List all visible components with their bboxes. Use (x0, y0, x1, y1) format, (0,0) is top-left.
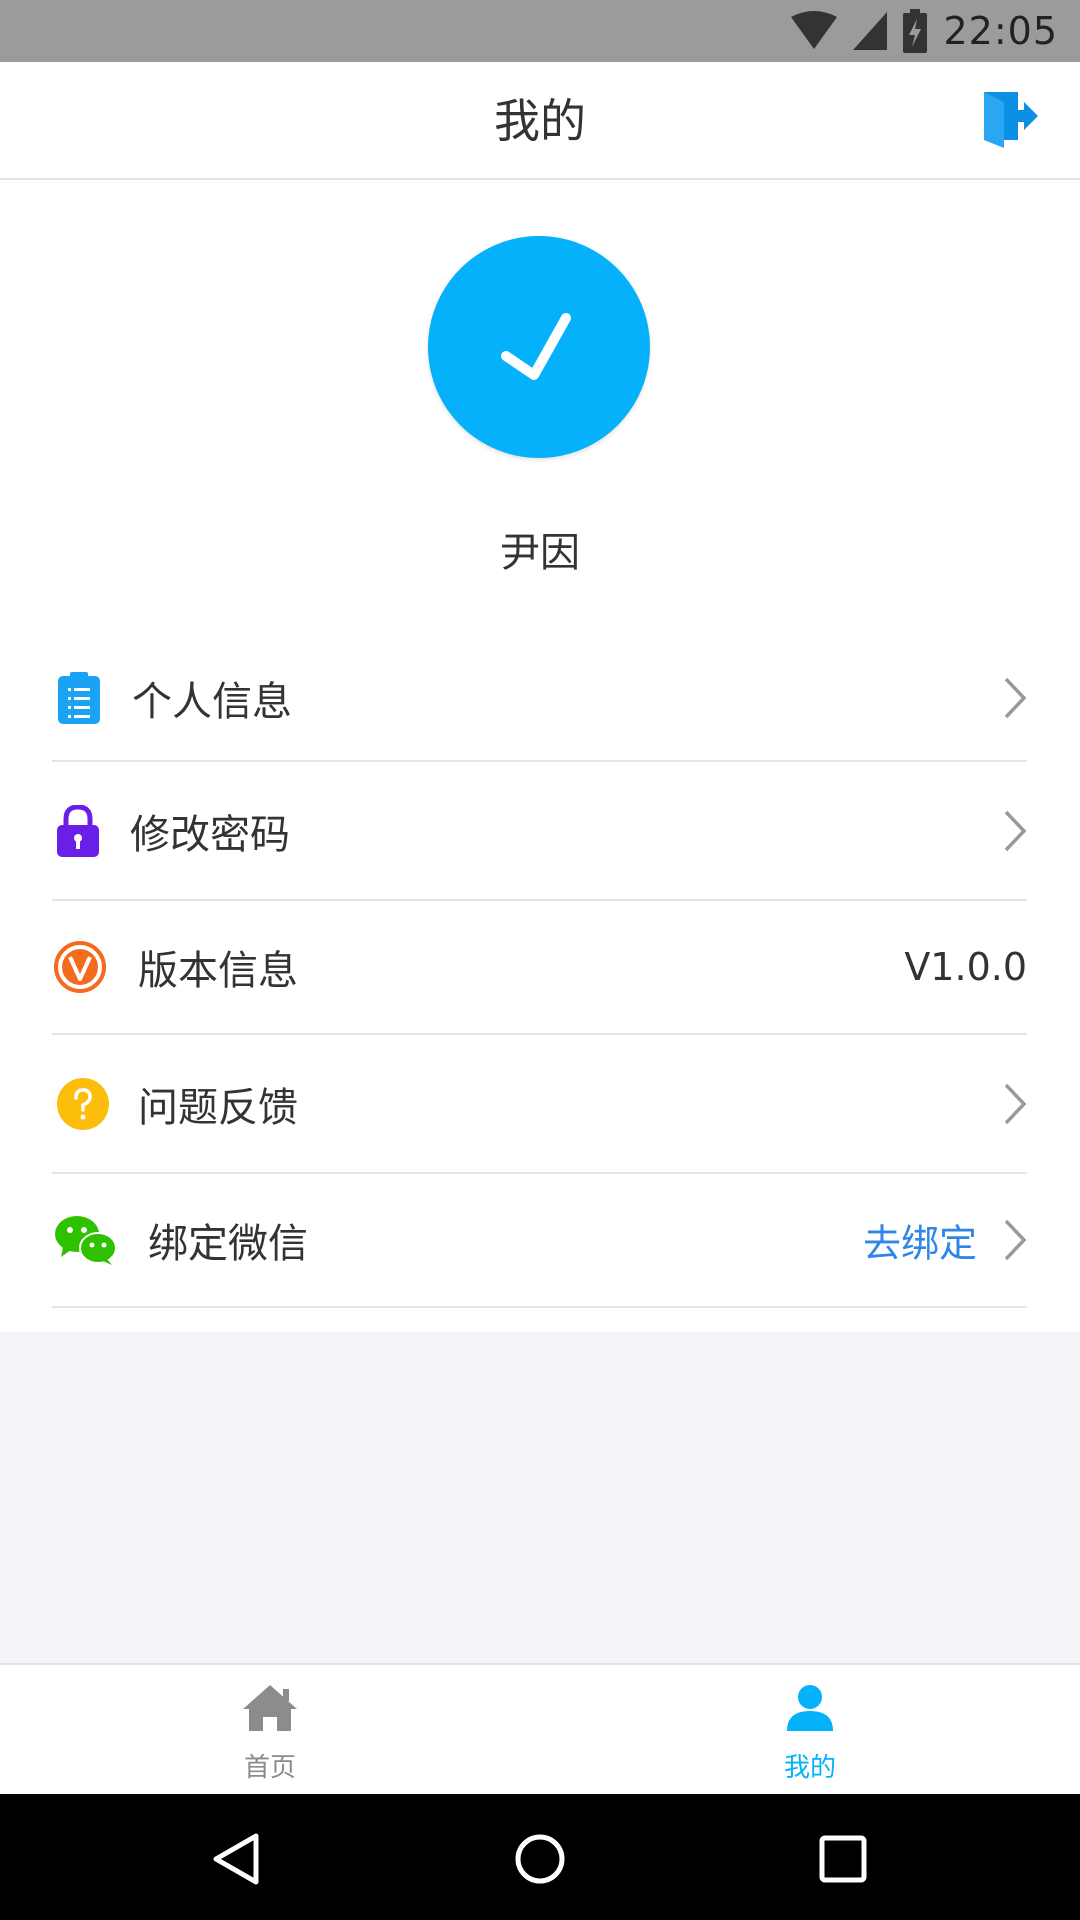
menu-item-bind-wechat[interactable]: 绑定微信 去绑定 (52, 1174, 1027, 1308)
status-time: 22:05 (943, 9, 1058, 53)
app-header: 我的 (0, 62, 1080, 180)
clipboard-icon (58, 671, 100, 724)
avatar[interactable] (428, 236, 650, 458)
back-icon[interactable] (210, 1832, 264, 1886)
tab-home[interactable]: 首页 (0, 1665, 540, 1794)
version-icon (54, 941, 106, 993)
menu-list: 个人信息 修改密码 版本信息 V1.0.0 问题反馈 绑定微信 去绑定 (0, 635, 1080, 1332)
wifi-icon (791, 11, 838, 49)
menu-label: 绑定微信 (148, 1221, 308, 1267)
chevron-right-icon (1004, 1219, 1027, 1261)
menu-item-personal-info[interactable]: 个人信息 (52, 635, 1027, 762)
chevron-right-icon (1004, 1083, 1027, 1124)
logout-button[interactable] (980, 88, 1040, 148)
menu-label: 问题反馈 (138, 1084, 298, 1131)
lock-icon (57, 804, 99, 857)
tab-label: 首页 (243, 1753, 296, 1783)
cell-signal-icon (853, 12, 888, 50)
menu-item-feedback[interactable]: 问题反馈 (52, 1035, 1027, 1174)
user-icon (787, 1685, 833, 1731)
question-icon (57, 1077, 109, 1130)
menu-item-version-info[interactable]: 版本信息 V1.0.0 (52, 901, 1027, 1035)
chevron-right-icon (1004, 677, 1027, 718)
username: 尹因 (500, 530, 580, 576)
battery-charging-icon (903, 9, 928, 53)
wechat-icon (55, 1216, 117, 1265)
recents-icon[interactable] (816, 1832, 870, 1886)
status-bar: 22:05 (0, 0, 1080, 62)
tab-mine[interactable]: 我的 (540, 1665, 1080, 1794)
screen: 22:05 我的 尹因 个人信息 修改密码 版本信息 V1.0.0 问题反馈 绑… (0, 0, 1080, 1920)
home-button-icon[interactable] (513, 1832, 567, 1886)
menu-label: 个人信息 (132, 678, 292, 725)
checkmark-icon (501, 313, 571, 380)
logout-icon (984, 92, 1038, 148)
page-title: 我的 (494, 94, 586, 148)
menu-label: 版本信息 (138, 948, 298, 994)
chevron-right-icon (1004, 810, 1027, 851)
profile-section: 尹因 (0, 180, 1080, 635)
menu-label: 修改密码 (130, 811, 290, 858)
tab-label: 我的 (783, 1753, 836, 1783)
version-value: V1.0.0 (904, 945, 1027, 989)
system-nav-bar (0, 1794, 1080, 1920)
menu-item-change-password[interactable]: 修改密码 (52, 762, 1027, 901)
home-icon (243, 1685, 297, 1731)
bind-wechat-link[interactable]: 去绑定 (863, 1213, 977, 1268)
tab-bar: 首页 我的 (0, 1663, 1080, 1794)
